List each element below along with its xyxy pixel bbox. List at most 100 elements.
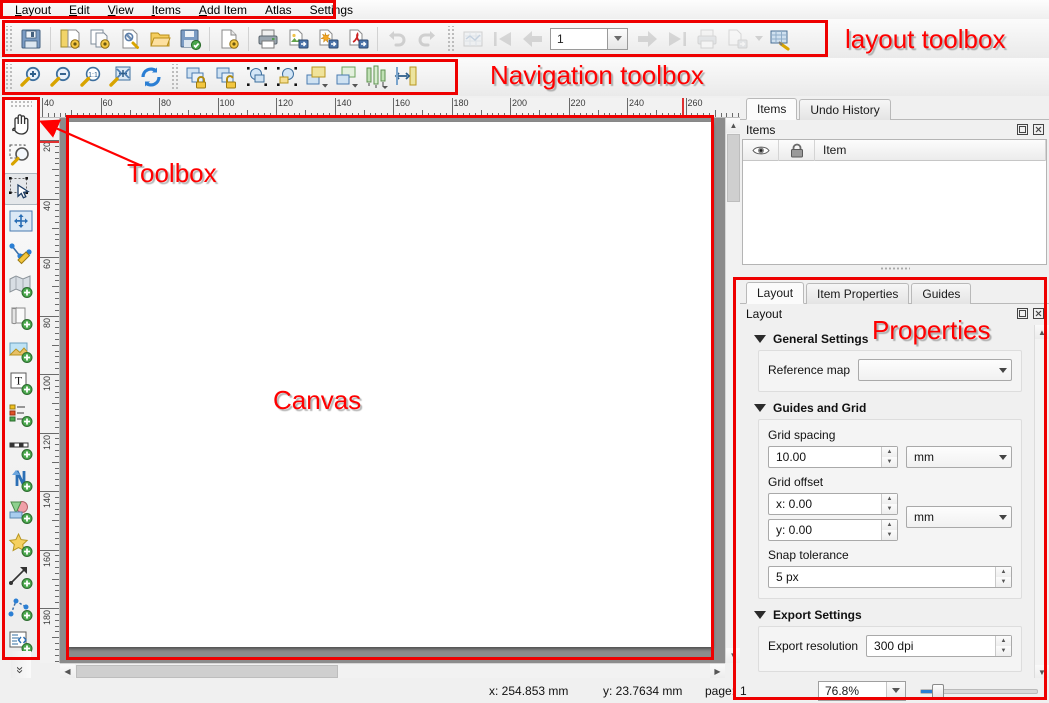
items-column-header[interactable]: Item [815,139,1046,161]
toolbar-grip[interactable] [4,25,13,52]
atlas-page-input[interactable]: 1 [550,27,608,50]
export-resolution-input[interactable]: 300 dpi ▲ ▼ [866,635,1012,657]
float-icon[interactable] [1016,123,1029,136]
zoom-full-button[interactable]: 1:1 [76,62,106,92]
add-scalebar-tool[interactable] [4,431,38,463]
menu-item-edit[interactable]: Edit [60,1,99,19]
grid-offset-x-stepper[interactable]: ▲ ▼ [881,494,897,514]
zoom-level-combo[interactable]: 76.8% [818,680,906,701]
edit-nodes-tool[interactable] [4,237,38,269]
grid-spacing-input[interactable]: 10.00 ▲ ▼ [768,446,898,468]
save-template-button[interactable] [175,24,205,54]
undo-button[interactable] [382,24,412,54]
vscroll-thumb[interactable] [727,134,740,202]
pan-layout-tool[interactable] [4,108,38,140]
atlas-export-button[interactable] [722,24,752,54]
tab-guides[interactable]: Guides [911,283,972,304]
add-arrow-tool[interactable] [4,561,38,593]
eye-icon[interactable] [743,139,779,161]
add-label-tool[interactable]: T [4,367,38,399]
close-icon[interactable] [1032,123,1045,136]
move-item-content-tool[interactable] [4,205,38,237]
tab-layout[interactable]: Layout [746,282,805,304]
collapse-triangle-icon[interactable] [754,335,766,343]
raise-items-button[interactable] [302,62,332,92]
atlas-settings-button[interactable] [766,24,796,54]
add-node-item-tool[interactable] [4,593,38,625]
atlas-first-feature-button[interactable] [488,24,518,54]
lower-items-button[interactable] [332,62,362,92]
refresh-view-button[interactable] [136,62,166,92]
distribute-items-button[interactable] [392,62,422,92]
add-marker-tool[interactable] [4,529,38,561]
add-map-tool[interactable] [4,270,38,302]
zoom-to-extent-button[interactable] [106,62,136,92]
lock-items-button[interactable] [182,62,212,92]
atlas-prev-feature-button[interactable] [518,24,548,54]
tab-item-properties[interactable]: Item Properties [806,283,910,304]
save-project-button[interactable] [16,24,46,54]
tab-undo-history[interactable]: Undo History [799,99,891,120]
scroll-down-arrow[interactable]: ▼ [1035,665,1049,679]
group-items-button[interactable] [242,62,272,92]
atlas-preview-button[interactable] [458,24,488,54]
group-guides-and-grid-header[interactable]: Guides and Grid [754,401,1032,415]
chevron-down-icon[interactable] [886,681,905,700]
export-resolution-stepper[interactable]: ▲ ▼ [995,636,1011,656]
add-shape-tool[interactable] [4,496,38,528]
properties-scrollbar[interactable]: ▲ ▼ [1034,325,1049,679]
items-list[interactable] [743,161,1046,264]
ungroup-items-button[interactable] [272,62,302,92]
grid-spacing-unit-combo[interactable]: mm [906,446,1012,468]
hscroll-thumb[interactable] [76,665,338,678]
duplicate-layout-button[interactable] [85,24,115,54]
tab-items[interactable]: Items [746,98,798,120]
scroll-up-arrow[interactable]: ▲ [726,118,741,133]
toolbar-grip[interactable] [4,64,13,90]
scroll-up-arrow[interactable]: ▲ [1035,325,1049,339]
scroll-left-arrow[interactable]: ◀ [60,664,75,679]
canvas-horizontal-scrollbar[interactable]: ◀ ▶ [60,663,725,679]
menu-item-add-item[interactable]: Add Item [190,1,256,19]
add-north-arrow-tool[interactable] [4,464,38,496]
grid-offset-x-input[interactable]: x: 0.00 ▲ ▼ [768,493,898,515]
menu-item-view[interactable]: View [99,1,143,19]
collapse-triangle-icon[interactable] [754,611,766,619]
new-layout-button[interactable] [55,24,85,54]
grid-offset-y-input[interactable]: y: 0.00 ▲ ▼ [768,519,898,541]
grid-spacing-stepper[interactable]: ▲ ▼ [881,447,897,467]
atlas-export-dropdown-icon[interactable] [752,24,766,54]
zoom-slider[interactable] [920,683,1038,699]
close-icon[interactable] [1032,307,1045,320]
grid-offset-y-stepper[interactable]: ▲ ▼ [881,520,897,540]
export-pdf-button[interactable] [343,24,373,54]
float-icon[interactable] [1016,307,1029,320]
export-svg-button[interactable] [313,24,343,54]
toolbar-grip[interactable] [170,64,179,90]
unlock-items-button[interactable] [212,62,242,92]
add-legend-tool[interactable] [4,399,38,431]
lock-icon[interactable] [779,139,815,161]
toolbox-grip[interactable] [10,100,32,107]
atlas-print-button[interactable] [692,24,722,54]
new-report-button[interactable] [214,24,244,54]
atlas-next-feature-button[interactable] [632,24,662,54]
scroll-down-arrow[interactable]: ▼ [726,648,741,663]
grid-offset-unit-combo[interactable]: mm [906,506,1012,528]
group-general-settings-header[interactable]: General Settings [754,332,1032,346]
atlas-page-dropdown[interactable] [608,27,628,50]
collapse-triangle-icon[interactable] [754,404,766,412]
menu-item-atlas[interactable]: Atlas [256,1,301,19]
align-items-button[interactable] [362,62,392,92]
select-item-tool[interactable] [4,172,38,205]
zoom-slider-knob[interactable] [932,683,944,699]
toolbar-grip[interactable] [446,25,455,52]
zoom-out-button[interactable] [46,62,76,92]
add-image-tool[interactable] [4,334,38,366]
atlas-last-feature-button[interactable] [662,24,692,54]
layout-page[interactable] [66,122,711,647]
menu-item-layout[interactable]: Layout [6,1,60,19]
reference-map-combo[interactable] [858,359,1012,381]
print-layout-button[interactable] [253,24,283,54]
add-picture-tool[interactable] [4,302,38,334]
